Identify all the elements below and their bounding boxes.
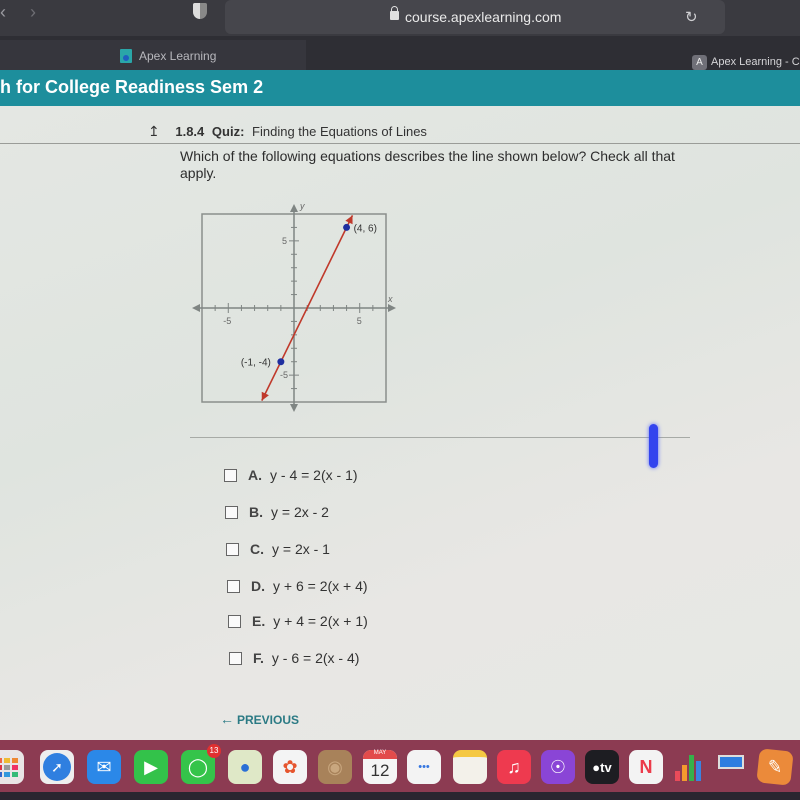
apex-favicon-icon (120, 49, 132, 63)
music-icon[interactable]: ♫ (497, 750, 531, 784)
graph-svg: -5 5 5 -5 x y (4, 6) (-1, -4) (192, 201, 396, 412)
launchpad-icon[interactable] (0, 750, 24, 784)
option-letter: B. (249, 504, 263, 520)
safari-icon[interactable]: ➚ (40, 750, 74, 784)
checkbox[interactable] (227, 579, 240, 593)
apple-tv-icon[interactable]: ● tv (585, 750, 619, 784)
calendar-icon[interactable]: MAY 12 (363, 750, 397, 784)
x-tick-label: -5 (223, 316, 231, 326)
divider (0, 143, 800, 144)
back-icon[interactable]: ‹ (0, 2, 6, 23)
option-a[interactable]: A. y - 4 = 2(x - 1) (224, 465, 358, 485)
quiz-kind: Quiz: (211, 124, 245, 139)
option-equation: y = 2x - 2 (271, 504, 329, 520)
screen: ‹ › course.apexlearning.com ↻ Apex Learn… (0, 0, 800, 800)
divider (190, 437, 690, 438)
option-d[interactable]: D. y + 6 = 2(x + 4) (227, 576, 368, 596)
address-bar[interactable]: course.apexlearning.com ↻ (225, 0, 725, 34)
option-letter: C. (250, 541, 264, 557)
notes-icon[interactable] (453, 750, 487, 784)
coordinate-graph: -5 5 5 -5 x y (4, 6) (-1, -4) (188, 200, 400, 420)
course-header: h for College Readiness Sem 2 (0, 70, 800, 108)
x-axis-arrow (388, 304, 396, 312)
option-equation: y - 4 = 2(x - 1) (270, 467, 358, 483)
photos-icon[interactable]: ✿ (273, 750, 307, 784)
previous-button[interactable]: ← PREVIOUS (220, 711, 299, 727)
option-b[interactable]: B. y = 2x - 2 (225, 502, 329, 522)
y-axis-arrow (290, 404, 298, 412)
y-axis-arrow (290, 204, 298, 212)
option-equation: y - 6 = 2(x - 4) (271, 650, 360, 666)
data-point (277, 358, 285, 366)
y-axis-label: y (299, 201, 305, 211)
facetime-icon[interactable]: ▶ (134, 750, 168, 784)
option-letter: A. (248, 467, 262, 483)
messages-icon[interactable]: ◯ 13 (181, 744, 221, 784)
x-tick-label: 5 (357, 316, 362, 326)
url-text: course.apexlearning.com (405, 9, 562, 25)
checkbox[interactable] (226, 542, 239, 556)
arrow-left-icon: ← (220, 711, 234, 727)
lock-icon (390, 6, 399, 20)
tv-label: tv (600, 759, 612, 775)
news-icon[interactable]: N (629, 750, 663, 784)
option-equation: y + 4 = 2(x + 1) (273, 613, 368, 629)
keynote-icon[interactable] (714, 750, 748, 784)
option-e[interactable]: E. y + 4 = 2(x + 1) (228, 611, 368, 631)
pages-icon[interactable]: ✎ (756, 748, 794, 786)
x-axis-label: x (387, 294, 393, 304)
calendar-month: MAY (363, 750, 397, 759)
tab-bar: Apex Learning A Apex Learning - Co (0, 36, 800, 74)
question-text: Which of the following equations describ… (180, 148, 675, 181)
apex-letter-icon: A (692, 55, 707, 70)
dock: ➚ ✉ ▶ ◯ 13 ● ✿ ◉ MAY 12 ••• ♫ ☉ ● tv N ✎ (0, 740, 800, 800)
notification-badge: 13 (207, 744, 221, 758)
mail-icon[interactable]: ✉ (87, 750, 121, 784)
option-equation: y + 6 = 2(x + 4) (273, 578, 368, 594)
checkbox[interactable] (225, 505, 238, 519)
forward-icon[interactable]: › (30, 2, 36, 23)
quiz-header: ↥ 1.8.4 Quiz: Finding the Equations of L… (148, 123, 427, 140)
tab-apex-learning-course[interactable]: Apex Learning - Co (711, 56, 800, 68)
quiz-number: 1.8.4 (175, 124, 205, 139)
data-point (343, 223, 351, 231)
privacy-shield-icon[interactable] (193, 3, 207, 19)
option-letter: D. (251, 578, 265, 594)
tab-title: Apex Learning (139, 49, 217, 63)
option-letter: E. (252, 613, 266, 629)
option-f[interactable]: F. y - 6 = 2(x - 4) (229, 648, 359, 668)
text-cursor-highlight (649, 424, 658, 468)
option-letter: F. (253, 650, 264, 666)
option-equation: y = 2x - 1 (272, 541, 330, 557)
point-label: (4, 6) (354, 223, 377, 234)
checkbox[interactable] (228, 614, 241, 628)
y-tick-label: 5 (282, 236, 287, 246)
checkbox[interactable] (224, 468, 237, 482)
reload-icon[interactable]: ↻ (685, 8, 698, 26)
option-c[interactable]: C. y = 2x - 1 (226, 539, 330, 559)
quiz-content: ↥ 1.8.4 Quiz: Finding the Equations of L… (0, 106, 800, 740)
tab-apex-learning[interactable]: Apex Learning (0, 40, 306, 74)
calendar-day: 12 (370, 761, 390, 780)
reminders-icon[interactable]: ••• (407, 750, 441, 784)
course-title: h for College Readiness Sem 2 (0, 77, 264, 97)
previous-label: PREVIOUS (237, 713, 300, 727)
y-tick-label: -5 (280, 370, 288, 380)
point-label: (-1, -4) (241, 358, 271, 369)
desktop-edge (0, 792, 800, 800)
up-arrow-icon[interactable]: ↥ (148, 123, 160, 140)
podcasts-icon[interactable]: ☉ (541, 750, 575, 784)
quiz-name: Finding the Equations of Lines (252, 124, 427, 139)
checkbox[interactable] (229, 651, 242, 665)
x-axis-arrow (192, 304, 200, 312)
maps-icon[interactable]: ● (228, 750, 262, 784)
numbers-icon[interactable] (671, 750, 705, 784)
contacts-icon[interactable]: ◉ (318, 750, 352, 784)
